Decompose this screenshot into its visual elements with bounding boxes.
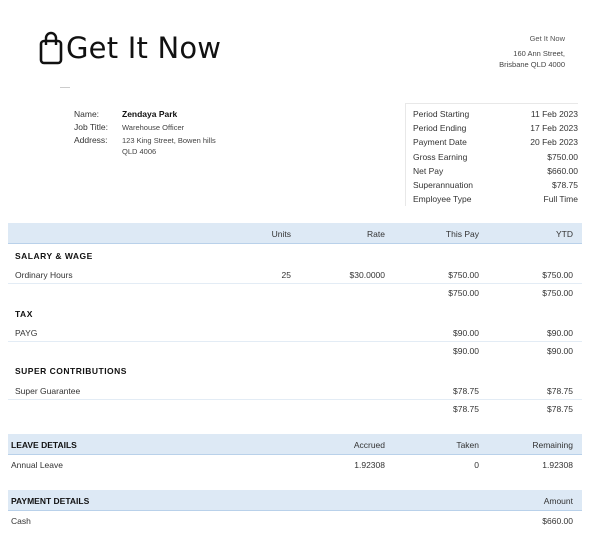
brand-logo: Get It Now xyxy=(38,30,221,66)
row-label: Annual Leave xyxy=(11,460,63,470)
period-label: Period Ending xyxy=(413,123,467,134)
super-section-title: SUPER CONTRIBUTIONS xyxy=(15,366,127,376)
period-label: Superannuation xyxy=(413,180,474,191)
job-title: Warehouse Officer xyxy=(122,123,185,132)
period-value: $78.75 xyxy=(552,180,578,191)
period-row: Employee Type Full Time xyxy=(406,192,578,206)
row-label: Super Guarantee xyxy=(15,386,81,396)
row-accrued: 1.92308 xyxy=(354,460,385,470)
amount-header: Amount xyxy=(543,496,573,506)
company-address-line1: 160 Ann Street, xyxy=(513,49,565,58)
table-row: Ordinary Hours 25 $30.0000 $750.00 $750.… xyxy=(8,265,582,284)
period-row: Net Pay $660.00 xyxy=(406,164,578,178)
shopping-bag-icon xyxy=(39,31,63,65)
row-units: 25 xyxy=(281,270,291,280)
company-address: Get It Now 160 Ann Street, Brisbane QLD … xyxy=(499,33,565,70)
subtotal-row: $750.00 $750.00 xyxy=(8,283,582,301)
leave-table-header: LEAVE DETAILS Accrued Taken Remaining xyxy=(8,434,582,455)
row-amount: $660.00 xyxy=(542,516,573,526)
pay-period-summary: Period Starting 11 Feb 2023 Period Ending… xyxy=(405,103,578,207)
period-label: Net Pay xyxy=(413,165,444,176)
period-label: Period Starting xyxy=(413,109,470,119)
address-label: Address: xyxy=(74,135,108,145)
row-this-pay: $90.00 xyxy=(453,328,479,338)
units-header: Units xyxy=(271,229,291,239)
row-rate: $30.0000 xyxy=(349,270,385,280)
period-value: Full Time xyxy=(543,194,578,205)
period-row: Payment Date 20 Feb 2023 xyxy=(406,135,578,149)
employee-details: Name: Zendaya Park Job Title: Warehouse … xyxy=(74,108,232,157)
period-value: $750.00 xyxy=(547,151,578,162)
table-row: PAYG $90.00 $90.00 xyxy=(8,323,582,342)
salary-section-title: SALARY & WAGE xyxy=(15,251,93,261)
address-line1: 123 King Street, Bowen hills xyxy=(122,136,216,145)
row-ytd: $750.00 xyxy=(542,270,573,280)
row-ytd: $78.75 xyxy=(547,386,573,396)
subtotal-ytd: $78.75 xyxy=(547,404,573,414)
subtotal-this-pay: $90.00 xyxy=(453,346,479,356)
period-value: 17 Feb 2023 xyxy=(530,123,578,134)
period-value: $660.00 xyxy=(547,165,578,176)
address-line2: QLD 4006 xyxy=(122,147,157,156)
company-name: Get It Now xyxy=(529,34,565,43)
name-label: Name: xyxy=(74,109,100,119)
table-row: Super Guarantee $78.75 $78.75 xyxy=(8,381,582,400)
period-label: Gross Earning xyxy=(413,151,468,162)
brand-name: Get It Now xyxy=(66,31,222,65)
employee-name: Zendaya Park xyxy=(122,109,178,119)
period-row: Gross Earning $750.00 xyxy=(406,150,578,164)
subtotal-row: $90.00 $90.00 xyxy=(8,341,582,359)
row-this-pay: $78.75 xyxy=(453,386,479,396)
period-row: Superannuation $78.75 xyxy=(406,178,578,192)
payment-section-title: PAYMENT DETAILS xyxy=(11,496,90,506)
period-value: 20 Feb 2023 xyxy=(530,137,578,148)
period-label: Employee Type xyxy=(413,194,472,205)
row-this-pay: $750.00 xyxy=(448,270,479,280)
row-label: Ordinary Hours xyxy=(15,270,73,280)
rate-header: Rate xyxy=(367,229,385,239)
company-address-line2: Brisbane QLD 4000 xyxy=(499,60,565,69)
period-label: Payment Date xyxy=(413,137,467,148)
row-remaining: 1.92308 xyxy=(542,460,573,470)
subtotal-ytd: $750.00 xyxy=(542,288,573,298)
tax-section-title: TAX xyxy=(15,309,33,319)
payment-table-header: PAYMENT DETAILS Amount xyxy=(8,490,582,511)
leave-section-title: LEAVE DETAILS xyxy=(11,440,77,450)
row-taken: 0 xyxy=(474,460,479,470)
period-row: Period Ending 17 Feb 2023 xyxy=(406,121,578,135)
subtotal-row: $78.75 $78.75 xyxy=(8,399,582,417)
subtotal-this-pay: $78.75 xyxy=(453,404,479,414)
table-row: Annual Leave 1.92308 0 1.92308 xyxy=(8,455,582,473)
row-label: Cash xyxy=(11,516,31,526)
earnings-table-header: Units Rate This Pay YTD xyxy=(8,223,582,244)
period-row: Period Starting 11 Feb 2023 xyxy=(406,107,578,121)
this-pay-header: This Pay xyxy=(445,229,479,239)
row-ytd: $90.00 xyxy=(547,328,573,338)
ytd-header: YTD xyxy=(556,229,573,239)
period-value: 11 Feb 2023 xyxy=(530,109,578,119)
remaining-header: Remaining xyxy=(532,440,573,450)
subtotal-ytd: $90.00 xyxy=(547,346,573,356)
accrued-header: Accrued xyxy=(353,440,385,450)
divider xyxy=(60,87,70,88)
table-row: Cash $660.00 xyxy=(8,511,582,529)
job-title-label: Job Title: xyxy=(74,122,109,132)
subtotal-this-pay: $750.00 xyxy=(448,288,479,298)
taken-header: Taken xyxy=(456,440,479,450)
employee-address: 123 King Street, Bowen hills QLD 4006 xyxy=(122,134,232,157)
row-label: PAYG xyxy=(15,328,38,338)
